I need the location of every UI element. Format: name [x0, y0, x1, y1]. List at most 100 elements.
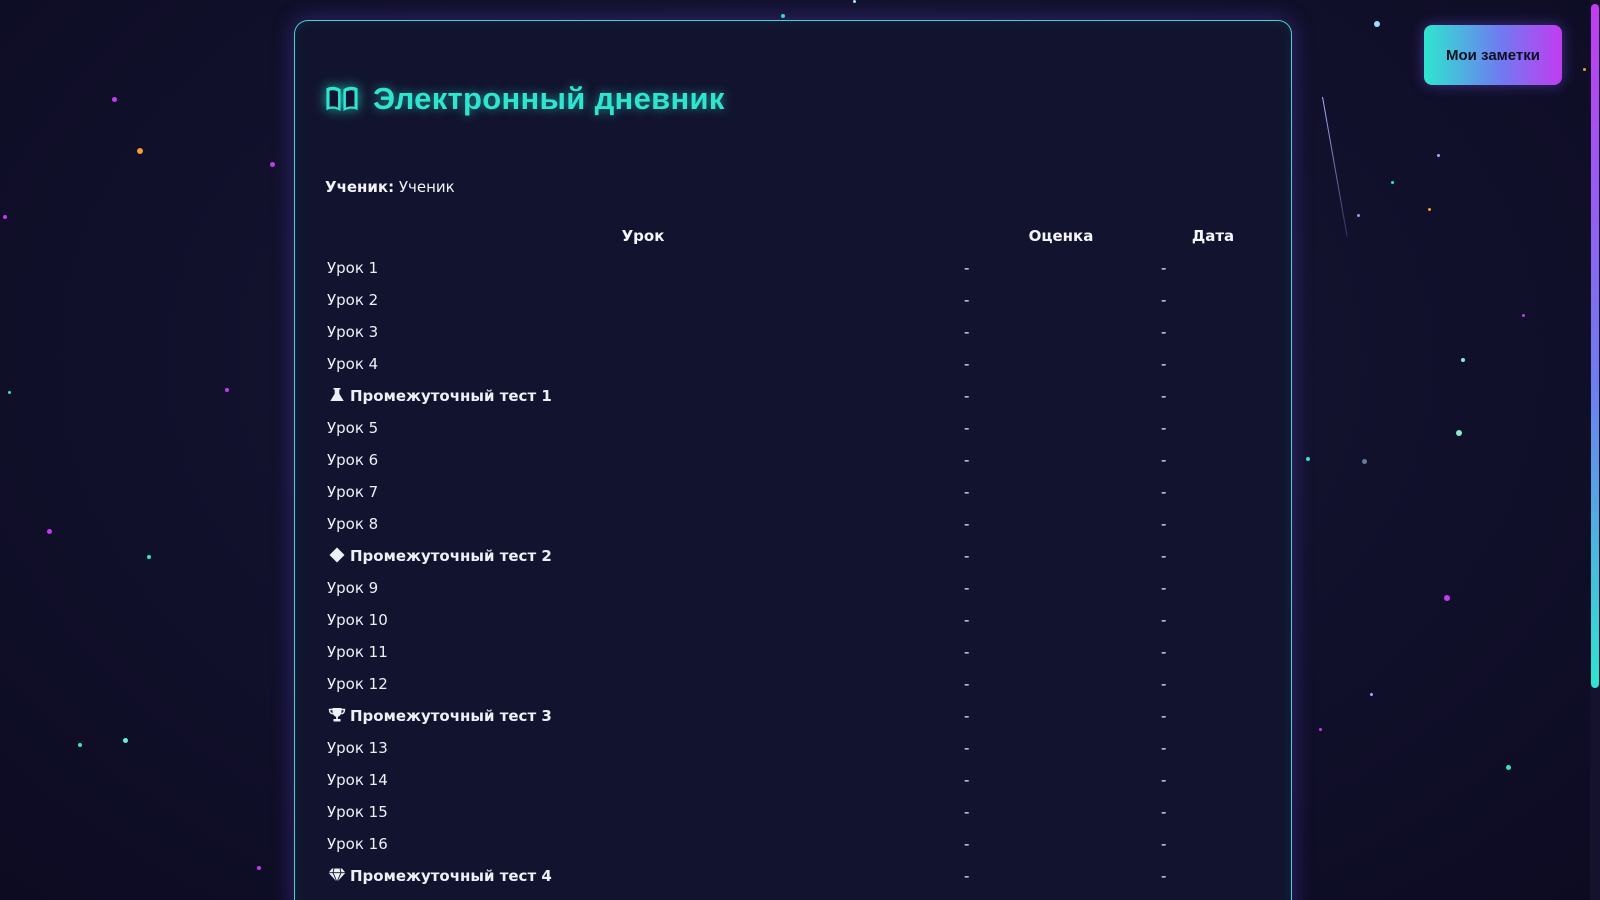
lesson-name: Урок 11 — [327, 643, 388, 661]
lesson-name: Урок 3 — [327, 323, 379, 341]
test-row: Промежуточный тест 3 - - — [325, 700, 1265, 732]
star — [1461, 358, 1465, 362]
star — [781, 14, 785, 18]
lesson-name: Урок 9 — [327, 579, 379, 597]
diamond-icon — [329, 547, 345, 563]
star — [8, 391, 11, 394]
date-value: - — [1161, 547, 1167, 565]
star — [1374, 21, 1380, 27]
table-row: Урок 12 - - — [325, 668, 1265, 700]
table-row: Урок 15 - - — [325, 796, 1265, 828]
star — [1522, 314, 1525, 317]
grade-value: - — [964, 451, 970, 469]
grade-value: - — [964, 867, 970, 885]
date-value: - — [1161, 515, 1167, 533]
date-value: - — [1161, 771, 1167, 789]
lesson-name: Урок 16 — [327, 835, 388, 853]
star — [225, 388, 229, 392]
lesson-name: Урок 14 — [327, 771, 388, 789]
header-date: Дата — [1191, 227, 1235, 245]
table-row: Урок 13 - - — [325, 732, 1265, 764]
test-row: Промежуточный тест 2 - - — [325, 540, 1265, 572]
star — [1456, 430, 1462, 436]
table-row: Урок 14 - - — [325, 764, 1265, 796]
table-row: Урок 1 - - — [325, 252, 1265, 284]
lesson-name: Урок 4 — [327, 355, 379, 373]
date-value: - — [1161, 291, 1167, 309]
star — [123, 738, 128, 743]
date-value: - — [1161, 611, 1167, 629]
grade-value: - — [964, 835, 970, 853]
student-name: Ученик — [398, 178, 455, 196]
star — [147, 555, 151, 559]
test-row: Промежуточный тест 1 - - — [325, 380, 1265, 412]
diary-card: Электронный дневник Ученик: Ученик Урок … — [294, 20, 1292, 900]
grade-value: - — [964, 643, 970, 661]
lesson-name: Промежуточный тест 2 — [350, 547, 552, 565]
star — [78, 743, 82, 747]
test-cell: Промежуточный тест 4 — [325, 860, 961, 892]
lesson-name: Промежуточный тест 1 — [350, 387, 552, 405]
grade-value: - — [964, 355, 970, 373]
star — [257, 866, 261, 870]
date-value: - — [1161, 259, 1167, 277]
date-value: - — [1161, 803, 1167, 821]
date-value: - — [1161, 739, 1167, 757]
table-row: Урок 6 - - — [325, 444, 1265, 476]
lesson-name: Урок 2 — [327, 291, 379, 309]
lesson-name: Урок 13 — [327, 739, 388, 757]
date-value: - — [1161, 387, 1167, 405]
star — [1319, 728, 1322, 731]
grade-value: - — [964, 547, 970, 565]
table-row: Урок 11 - - — [325, 636, 1265, 668]
star — [1362, 459, 1367, 464]
trophy-icon — [328, 708, 346, 722]
star — [112, 97, 117, 102]
lesson-name: Промежуточный тест 4 — [350, 867, 552, 885]
table-row: Урок 7 - - — [325, 476, 1265, 508]
star — [1391, 181, 1394, 184]
grade-value: - — [964, 291, 970, 309]
book-open-icon — [326, 86, 358, 112]
shooting-star — [1322, 96, 1348, 237]
page-title: Электронный дневник — [373, 81, 725, 116]
grade-value: - — [964, 483, 970, 501]
test-cell: Промежуточный тест 1 — [325, 380, 961, 412]
grades-table: Урок Оценка Дата Урок 1 - - Урок 2 - - У… — [325, 220, 1265, 892]
star — [1370, 693, 1373, 696]
test-cell: Промежуточный тест 3 — [325, 700, 961, 732]
grade-value: - — [964, 675, 970, 693]
grade-value: - — [964, 323, 970, 341]
grade-value: - — [964, 387, 970, 405]
table-row: Урок 2 - - — [325, 284, 1265, 316]
test-row: Промежуточный тест 4 - - — [325, 860, 1265, 892]
star — [1357, 214, 1360, 217]
star — [1437, 154, 1440, 157]
lesson-name: Урок 10 — [327, 611, 388, 629]
date-value: - — [1161, 323, 1167, 341]
gem-icon — [328, 868, 346, 883]
date-value: - — [1161, 867, 1167, 885]
date-value: - — [1161, 419, 1167, 437]
table-row: Урок 10 - - — [325, 604, 1265, 636]
star — [1428, 208, 1431, 211]
scrollbar-thumb[interactable] — [1591, 4, 1599, 688]
lesson-name: Урок 1 — [327, 259, 379, 277]
star — [270, 162, 275, 167]
header-lesson: Урок — [621, 227, 665, 245]
grade-value: - — [964, 611, 970, 629]
grade-value: - — [964, 419, 970, 437]
star — [137, 148, 143, 154]
grade-value: - — [964, 771, 970, 789]
date-value: - — [1161, 483, 1167, 501]
star — [1583, 68, 1586, 71]
my-notes-button[interactable]: Мои заметки — [1424, 25, 1562, 85]
grade-value: - — [964, 739, 970, 757]
date-value: - — [1161, 675, 1167, 693]
header-grade: Оценка — [1028, 227, 1094, 245]
star — [3, 215, 7, 219]
page-header: Электронный дневник — [325, 81, 725, 117]
date-value: - — [1161, 707, 1167, 725]
lesson-name: Урок 5 — [327, 419, 379, 437]
test-cell: Промежуточный тест 2 — [325, 540, 961, 572]
